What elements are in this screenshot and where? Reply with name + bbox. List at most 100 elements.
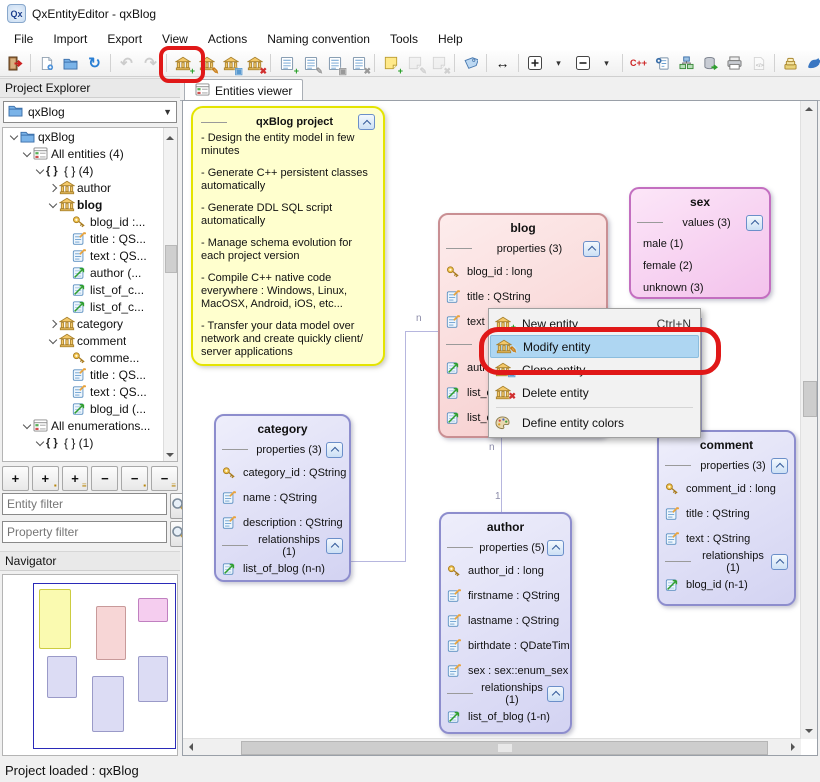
expand-all-button[interactable]: +	[2, 466, 29, 491]
collapse-arrow-icon[interactable]	[33, 169, 46, 173]
tree-item-blog[interactable]: blog	[3, 196, 177, 213]
toolbar-refresh-project[interactable]: ↻	[83, 52, 106, 75]
toolbar-zoom-out-options[interactable]: ▾	[595, 52, 618, 75]
entity-author[interactable]: authorproperties (5)author_id : longfirs…	[439, 512, 572, 734]
collapse-button[interactable]	[771, 554, 788, 570]
collapse-button[interactable]	[326, 538, 343, 554]
menu-naming-convention[interactable]: Naming convention	[257, 29, 380, 49]
tree-item-text-qs-[interactable]: text : QS...	[3, 247, 177, 264]
expand-arrow-icon[interactable]	[46, 185, 59, 191]
tree-item-blog-id-[interactable]: blog_id (...	[3, 400, 177, 417]
toolbar-modify-entity[interactable]: ✎	[195, 52, 218, 75]
toolbar-print[interactable]	[723, 52, 746, 75]
menu-actions[interactable]: Actions	[198, 29, 257, 49]
entity-filter-input[interactable]	[2, 493, 167, 515]
diagram-canvas[interactable]: nn1n qxBlog project- Design the entity m…	[182, 100, 818, 756]
vertical-scrollbar[interactable]	[800, 101, 817, 739]
collapse-button[interactable]	[358, 114, 375, 130]
toolbar-export-database[interactable]	[699, 52, 722, 75]
menu-view[interactable]: View	[152, 29, 198, 49]
entity-comment[interactable]: commentproperties (3)comment_id : longti…	[657, 430, 796, 606]
entity-category[interactable]: categoryproperties (3)category_id : QStr…	[214, 414, 351, 582]
tree-item-category[interactable]: category	[3, 315, 177, 332]
collapse-properties-button[interactable]: −≡	[151, 466, 178, 491]
toolbar-redo[interactable]: ↷	[139, 52, 162, 75]
toolbar-export-cpp[interactable]: C++	[627, 52, 650, 75]
toolbar-delete-note[interactable]: ✖	[427, 52, 450, 75]
toolbar-clone-entity[interactable]: ▣	[219, 52, 242, 75]
tree-item-author[interactable]: author	[3, 179, 177, 196]
navigator-panel[interactable]	[2, 574, 178, 756]
toolbar-delete-property[interactable]: ✖	[347, 52, 370, 75]
tree-item-all-entities-4-[interactable]: All entities (4)	[3, 145, 177, 162]
toolbar-modify-property[interactable]: ✎	[299, 52, 322, 75]
menu-import[interactable]: Import	[43, 29, 97, 49]
toolbar-export-code[interactable]: </>	[747, 52, 770, 75]
collapse-arrow-icon[interactable]	[46, 203, 59, 207]
tree-item-blog-id-[interactable]: blog_id :...	[3, 213, 177, 230]
toolbar-modify-note[interactable]: ✎	[403, 52, 426, 75]
toolbar-export-cubrid[interactable]	[779, 52, 802, 75]
toolbar-zoom-in[interactable]	[523, 52, 546, 75]
menu-item-delete-entity[interactable]: ✖Delete entity	[490, 381, 699, 404]
collapse-arrow-icon[interactable]	[46, 339, 59, 343]
toolbar-export-settings[interactable]	[651, 52, 674, 75]
collapse-all-button[interactable]: −	[91, 466, 118, 491]
tree-item-title-qs-[interactable]: title : QS...	[3, 230, 177, 247]
menu-file[interactable]: File	[4, 29, 43, 49]
collapse-button[interactable]	[771, 458, 788, 474]
toolbar-zoom-in-options[interactable]: ▾	[547, 52, 570, 75]
menu-item-new-entity[interactable]: +New entityCtrl+N	[490, 312, 699, 335]
tab-entities-viewer[interactable]: Entities viewer	[184, 79, 303, 101]
collapse-button[interactable]	[583, 241, 600, 257]
horizontal-scrollbar[interactable]	[183, 738, 801, 755]
expand-entities-button[interactable]: +▪	[32, 466, 59, 491]
collapse-arrow-icon[interactable]	[20, 424, 33, 428]
tree-item--1-[interactable]: { }{ } (1)	[3, 434, 177, 451]
toolbar-zoom-out[interactable]	[571, 52, 594, 75]
collapse-button[interactable]	[547, 540, 564, 556]
menu-item-modify-entity[interactable]: ✎Modify entity	[490, 335, 699, 358]
collapse-arrow-icon[interactable]	[7, 135, 20, 139]
collapse-entities-button[interactable]: −▪	[121, 466, 148, 491]
menu-help[interactable]: Help	[428, 29, 473, 49]
tree-item-list-of-c-[interactable]: list_of_c...	[3, 281, 177, 298]
toolbar-export-network[interactable]	[675, 52, 698, 75]
menu-item-clone-entity[interactable]: ▣Clone entity	[490, 358, 699, 381]
navigator-viewport[interactable]	[33, 583, 176, 749]
menu-export[interactable]: Export	[97, 29, 152, 49]
toolbar-open-project[interactable]	[59, 52, 82, 75]
toolbar-new-entity[interactable]: +	[171, 52, 194, 75]
menu-item-define-entity-colors[interactable]: Define entity colors	[490, 411, 699, 434]
toolbar-show-labels[interactable]	[459, 52, 482, 75]
tree-item-comme-[interactable]: comme...	[3, 349, 177, 366]
collapse-button[interactable]	[547, 686, 564, 702]
toolbar-clone-property[interactable]: ▣	[323, 52, 346, 75]
toolbar-add-note[interactable]: +	[379, 52, 402, 75]
tree-item-all-enumerations-[interactable]: All enumerations...	[3, 417, 177, 434]
toolbar-fit-to-view[interactable]: ↔	[491, 52, 514, 75]
tree-item-text-qs-[interactable]: text : QS...	[3, 383, 177, 400]
tree-item-comment[interactable]: comment	[3, 332, 177, 349]
tree-item-title-qs-[interactable]: title : QS...	[3, 366, 177, 383]
tree-item-author-[interactable]: author (...	[3, 264, 177, 281]
note-qxblog-project[interactable]: qxBlog project- Design the entity model …	[191, 106, 385, 366]
entity-sex[interactable]: sexvalues (3)male (1)female (2)unknown (…	[629, 187, 771, 299]
menu-tools[interactable]: Tools	[380, 29, 428, 49]
collapse-button[interactable]	[746, 215, 763, 231]
tree-scrollbar[interactable]	[163, 128, 177, 461]
toolbar-undo[interactable]: ↶	[115, 52, 138, 75]
tree-item--4-[interactable]: { }{ } (4)	[3, 162, 177, 179]
toolbar-export-mysql[interactable]	[803, 52, 820, 75]
project-select[interactable]: qxBlog ▼	[3, 101, 177, 123]
toolbar-new-project[interactable]	[35, 52, 58, 75]
collapse-button[interactable]	[326, 442, 343, 458]
property-filter-input[interactable]	[2, 521, 167, 543]
toolbar-delete-entity[interactable]: ✖	[243, 52, 266, 75]
expand-properties-button[interactable]: +≡	[62, 466, 89, 491]
expand-arrow-icon[interactable]	[46, 321, 59, 327]
collapse-arrow-icon[interactable]	[33, 441, 46, 445]
tree-item-qxblog[interactable]: qxBlog	[3, 128, 177, 145]
tree-item-list-of-c-[interactable]: list_of_c...	[3, 298, 177, 315]
collapse-arrow-icon[interactable]	[20, 152, 33, 156]
